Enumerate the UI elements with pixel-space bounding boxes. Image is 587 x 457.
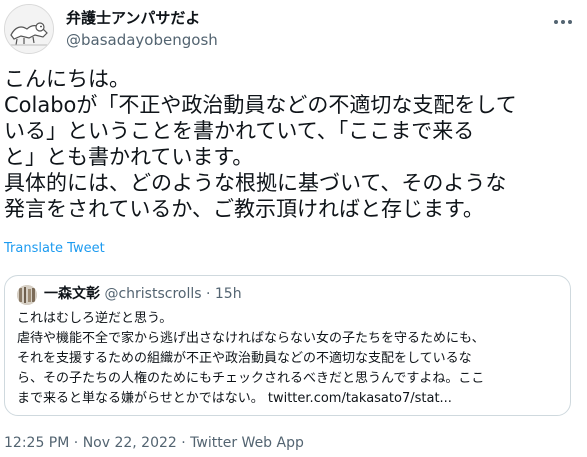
- translate-tweet-link[interactable]: Translate Tweet: [4, 241, 105, 257]
- quoted-author-handle[interactable]: @christscrolls: [104, 286, 201, 302]
- tweet-text-line: こんにちは。: [4, 67, 130, 91]
- quoted-author-avatar[interactable]: [17, 285, 37, 305]
- more-dot-icon: [568, 20, 572, 24]
- quoted-text-line: ら、その子たちの人権のためにもチェックされるべきだと思うんですよね。ここ: [17, 371, 485, 386]
- more-dot-icon: [554, 20, 558, 24]
- meta-separator: ·: [181, 435, 186, 451]
- quoted-tweet-header: 一森文彰 @christscrolls · 15h: [44, 285, 242, 304]
- tweet-date[interactable]: Nov 22, 2022: [83, 435, 177, 451]
- quoted-tweet[interactable]: 一森文彰 @christscrolls · 15h これはむしろ逆だと思う。 虐…: [4, 275, 571, 416]
- tweet-time[interactable]: 12:25 PM: [4, 435, 69, 451]
- quoted-text-line: 虐待や機能不全で家から逃げ出さなければならない女の子たちを守るためにも、: [17, 331, 485, 346]
- tweet-text-line: 発言をされているか、ご教示頂ければと存じます。: [4, 197, 484, 221]
- author-display-name[interactable]: 弁護士アンパサだよ: [66, 9, 200, 27]
- quoted-text-line: まで来ると単なる嫌がらせとかではない。 twitter.com/takasato…: [17, 391, 452, 406]
- quoted-tweet-text: これはむしろ逆だと思う。 虐待や機能不全で家から逃げ出さなければならない女の子た…: [17, 309, 562, 409]
- tweet-card: 弁護士アンパサだよ @basadayobengosh こんにちは。 Colabo…: [0, 0, 587, 457]
- tweet-source-link[interactable]: Twitter Web App: [190, 435, 304, 451]
- quoted-avatar-icon: [17, 285, 37, 305]
- tweet-text: こんにちは。 Colaboが「不正や政治動員などの不適切な支配をして いる」とい…: [4, 66, 574, 222]
- more-options-button[interactable]: [551, 10, 575, 34]
- tweet-text-line: と」とも書かれています。: [4, 145, 254, 169]
- tweet-text-line: Colaboが「不正や政治動員などの不適切な支配をして: [4, 93, 517, 117]
- tweet-text-line: いる」ということを書かれていて、「ここまで来る: [4, 119, 475, 143]
- tweet-meta: 12:25 PM · Nov 22, 2022 · Twitter Web Ap…: [4, 434, 304, 452]
- meta-separator: ·: [73, 435, 79, 451]
- author-avatar[interactable]: [4, 4, 54, 54]
- illustrated-avatar-icon: [5, 5, 53, 53]
- quoted-time[interactable]: 15h: [215, 286, 242, 302]
- quoted-text-line: これはむしろ逆だと思う。: [17, 311, 173, 326]
- quoted-separator: ·: [205, 286, 211, 302]
- author-handle[interactable]: @basadayobengosh: [66, 31, 218, 49]
- tweet-text-line: 具体的には、どのような根拠に基づいて、そのような: [4, 171, 507, 195]
- more-dot-icon: [561, 20, 565, 24]
- quoted-author-name[interactable]: 一森文彰: [44, 286, 100, 302]
- quoted-text-line: それを支援するための組織が不正や政治動員などの不適切な支配をしているな: [17, 351, 472, 366]
